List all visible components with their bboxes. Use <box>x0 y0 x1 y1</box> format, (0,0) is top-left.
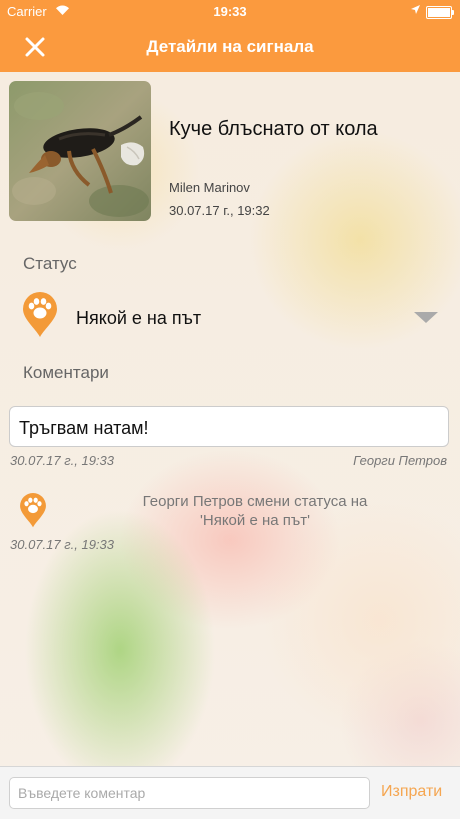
navigation-bar: Детайли на сигнала <box>0 24 460 72</box>
status-bar: Carrier 19:33 <box>0 0 460 24</box>
paw-pin-icon <box>20 493 46 528</box>
report-author: Milen Marinov <box>169 180 250 195</box>
dog-photo-image <box>9 81 151 221</box>
location-arrow-icon <box>411 5 420 14</box>
event-line-2: 'Някой е на път' <box>200 512 310 529</box>
comment-input[interactable] <box>9 777 370 809</box>
status-value: Някой е на път <box>76 308 202 328</box>
status-section-label: Статус <box>23 254 77 273</box>
clock: 19:33 <box>213 4 247 19</box>
comment-text: Тръгвам натам! <box>19 418 149 438</box>
report-date: 30.07.17 г., 19:32 <box>169 203 270 218</box>
comments-section-label: Коментари <box>23 363 109 382</box>
event-line-1: Георги Петров смени статуса на <box>142 493 368 510</box>
comment-author: Георги Петров <box>353 453 447 468</box>
send-button[interactable]: Изпрати <box>381 783 442 801</box>
comment-bubble: Тръгвам натам! <box>9 406 449 447</box>
report-title: Куче блъснато от кола <box>169 118 378 140</box>
comment-date: 30.07.17 г., 19:33 <box>10 453 114 468</box>
battery-icon <box>426 6 454 19</box>
compose-bar: Изпрати <box>0 766 460 819</box>
report-photo[interactable] <box>9 81 151 221</box>
page-title: Детайли на сигнала <box>146 37 314 56</box>
event-date: 30.07.17 г., 19:33 <box>10 537 114 552</box>
status-selector[interactable]: Някой е на път <box>0 292 460 342</box>
chevron-down-icon[interactable] <box>414 312 438 323</box>
paw-pin-icon <box>23 292 57 337</box>
status-change-event: Георги Петров смени статуса на 'Някой е … <box>100 492 410 530</box>
